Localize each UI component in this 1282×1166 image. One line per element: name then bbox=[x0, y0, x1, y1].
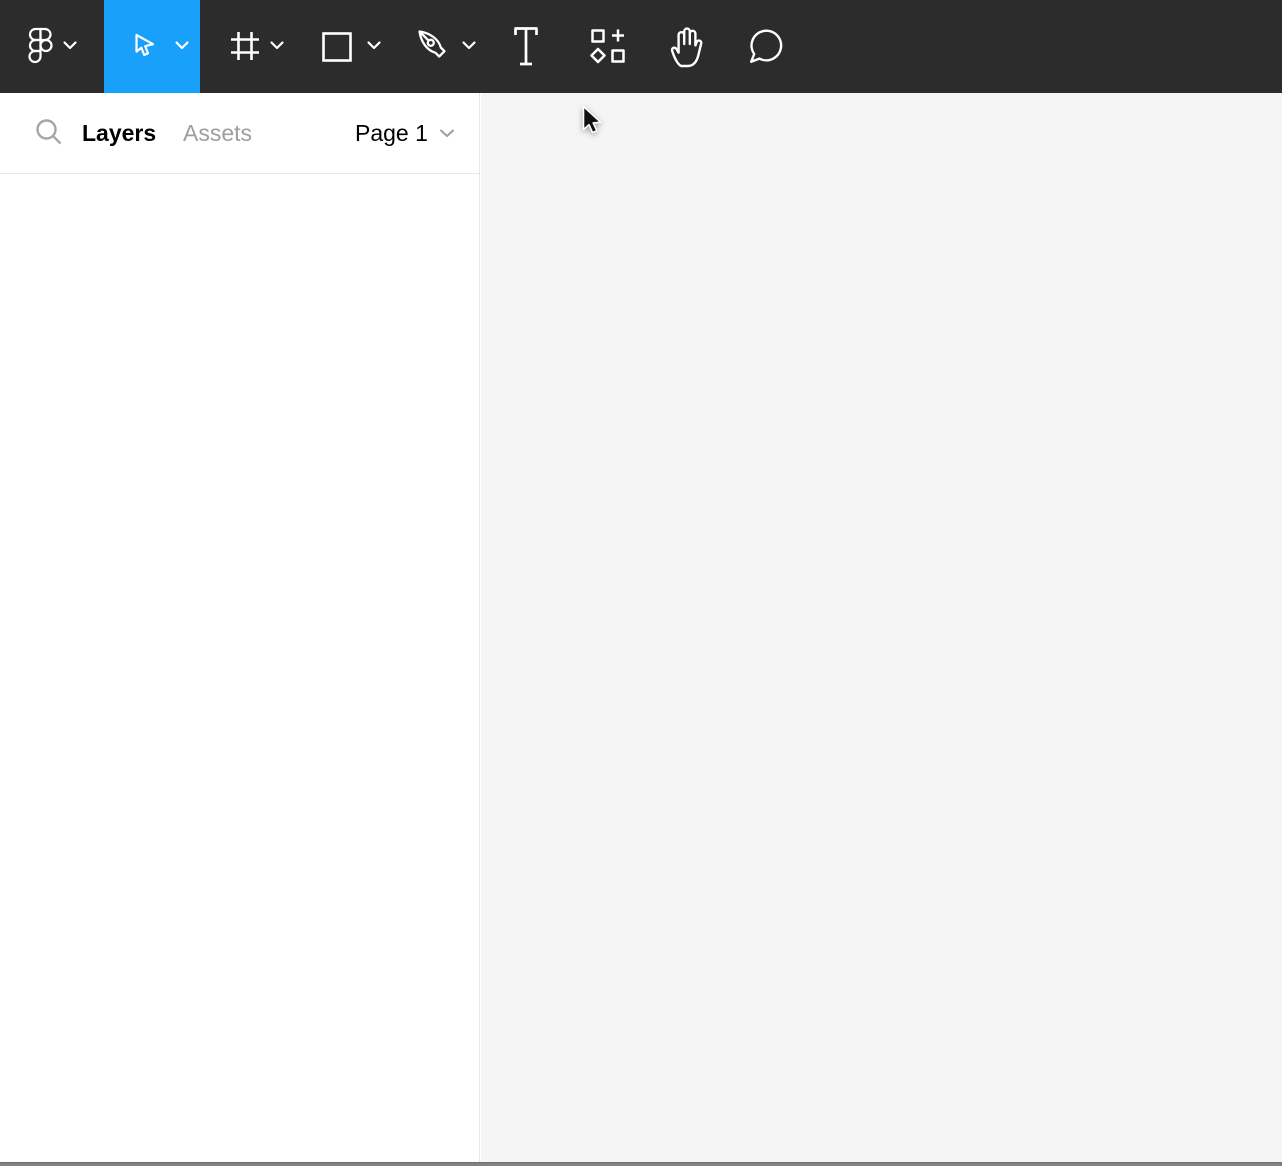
sidebar-header: Layers Assets Page 1 bbox=[0, 93, 479, 174]
chevron-down-icon[interactable] bbox=[269, 40, 285, 51]
chevron-down-icon[interactable] bbox=[461, 40, 477, 51]
figma-window: Layers Assets Page 1 bbox=[0, 0, 1282, 1166]
chevron-down-icon bbox=[439, 129, 454, 137]
move-tool-icon bbox=[135, 33, 155, 57]
component-tool-icon bbox=[590, 29, 625, 64]
comment-tool-icon bbox=[750, 29, 783, 63]
canvas[interactable] bbox=[481, 93, 1282, 1162]
chevron-down-icon bbox=[63, 41, 77, 50]
page-selector-label: Page 1 bbox=[355, 120, 428, 146]
chevron-down-icon[interactable] bbox=[174, 40, 190, 51]
pen-tool-button[interactable] bbox=[392, 0, 488, 93]
frame-tool-icon bbox=[231, 32, 259, 60]
left-sidebar: Layers Assets Page 1 bbox=[0, 93, 480, 1162]
comment-tool-button[interactable] bbox=[728, 0, 808, 93]
hand-tool-icon bbox=[670, 27, 703, 68]
frame-tool-button[interactable] bbox=[200, 0, 296, 93]
search-icon bbox=[36, 119, 62, 145]
component-tool-button[interactable] bbox=[568, 0, 648, 93]
rectangle-tool-button[interactable] bbox=[296, 0, 392, 93]
text-tool-icon bbox=[514, 27, 538, 66]
tab-layers[interactable]: Layers bbox=[82, 93, 156, 174]
rectangle-tool-icon bbox=[322, 32, 352, 62]
app-toolbar bbox=[0, 0, 1282, 93]
pen-tool-icon bbox=[418, 30, 446, 58]
mouse-cursor-icon bbox=[582, 105, 602, 134]
hand-tool-button[interactable] bbox=[648, 0, 728, 93]
page-selector[interactable]: Page 1 bbox=[355, 93, 456, 174]
text-tool-button[interactable] bbox=[488, 0, 568, 93]
tab-assets[interactable]: Assets bbox=[183, 93, 252, 174]
figma-menu-button[interactable] bbox=[0, 0, 104, 93]
move-tool-button[interactable] bbox=[104, 0, 200, 93]
window-bottom-edge bbox=[0, 1162, 1282, 1166]
chevron-down-icon[interactable] bbox=[366, 40, 382, 51]
figma-logo-icon bbox=[28, 27, 53, 64]
search-button[interactable] bbox=[34, 117, 64, 147]
